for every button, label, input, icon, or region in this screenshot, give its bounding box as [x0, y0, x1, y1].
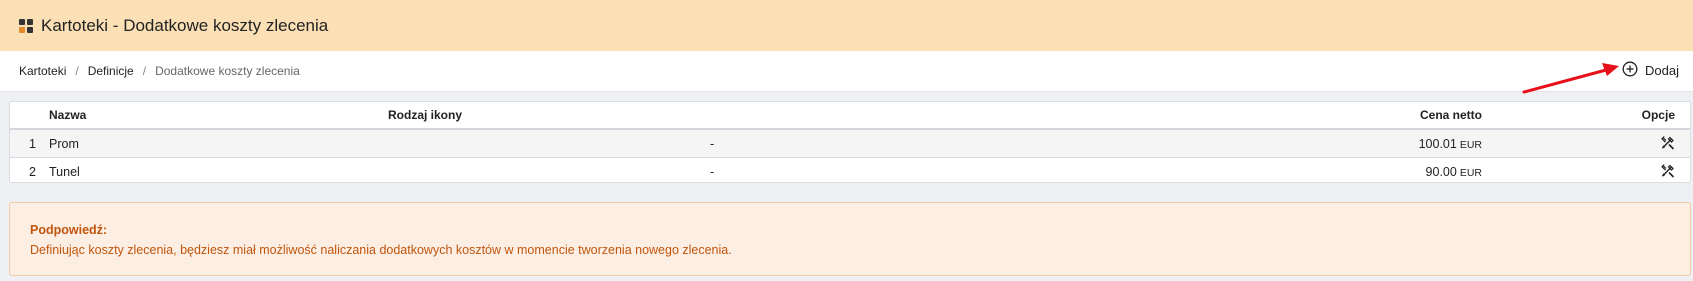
row-price: 100.01 EUR — [1419, 137, 1482, 151]
edit-tools-icon[interactable] — [1660, 162, 1676, 181]
column-header-icon-type[interactable]: Rodzaj ikony — [388, 108, 462, 122]
breadcrumb-item-definicje[interactable]: Definicje — [88, 64, 134, 78]
table-row[interactable]: 1 Prom - 100.01 EUR — [10, 130, 1690, 158]
table-header-row: Nazwa Rodzaj ikony Cena netto Opcje — [10, 102, 1690, 130]
breadcrumb: Kartoteki / Definicje / Dodatkowe koszty… — [19, 64, 300, 78]
column-header-price[interactable]: Cena netto — [1420, 108, 1482, 122]
costs-table: Nazwa Rodzaj ikony Cena netto Opcje 1 Pr… — [9, 101, 1691, 183]
row-name: Prom — [49, 136, 79, 151]
table-row[interactable]: 2 Tunel - 90.00 EUR — [10, 158, 1690, 182]
hint-box: Podpowiedź: Definiując koszty zlecenia, … — [9, 202, 1691, 276]
row-currency: EUR — [1459, 166, 1482, 179]
annotation-arrow-icon — [1522, 63, 1619, 94]
hint-title: Podpowiedź: — [30, 223, 108, 237]
row-icon-type: - — [710, 136, 715, 151]
breadcrumb-bar: Kartoteki / Definicje / Dodatkowe koszty… — [0, 51, 1693, 92]
column-header-options: Opcje — [1641, 108, 1675, 122]
column-header-name[interactable]: Nazwa — [49, 108, 86, 122]
row-currency: EUR — [1459, 138, 1482, 151]
row-price-value: 90.00 — [1425, 164, 1457, 179]
breadcrumb-item-current: Dodatkowe koszty zlecenia — [155, 64, 300, 78]
add-button[interactable]: Dodaj — [1622, 61, 1679, 80]
row-number: 1 — [29, 136, 36, 151]
row-name: Tunel — [49, 164, 80, 179]
app-grid-icon — [19, 18, 33, 33]
page-title: Kartoteki - Dodatkowe koszty zlecenia — [41, 15, 329, 35]
breadcrumb-separator: / — [142, 64, 147, 78]
hint-text: Definiując koszty zlecenia, będziesz mia… — [30, 243, 732, 257]
row-price-value: 100.01 — [1418, 136, 1457, 151]
page-header: Kartoteki - Dodatkowe koszty zlecenia — [0, 0, 1693, 51]
row-icon-type: - — [710, 164, 715, 179]
add-button-label: Dodaj — [1645, 63, 1679, 78]
edit-tools-icon[interactable] — [1660, 134, 1676, 153]
row-number: 2 — [29, 164, 36, 179]
breadcrumb-item-kartoteki[interactable]: Kartoteki — [19, 64, 66, 78]
row-price: 90.00 EUR — [1426, 165, 1482, 179]
breadcrumb-separator: / — [75, 64, 79, 78]
plus-circle-icon — [1622, 61, 1638, 80]
